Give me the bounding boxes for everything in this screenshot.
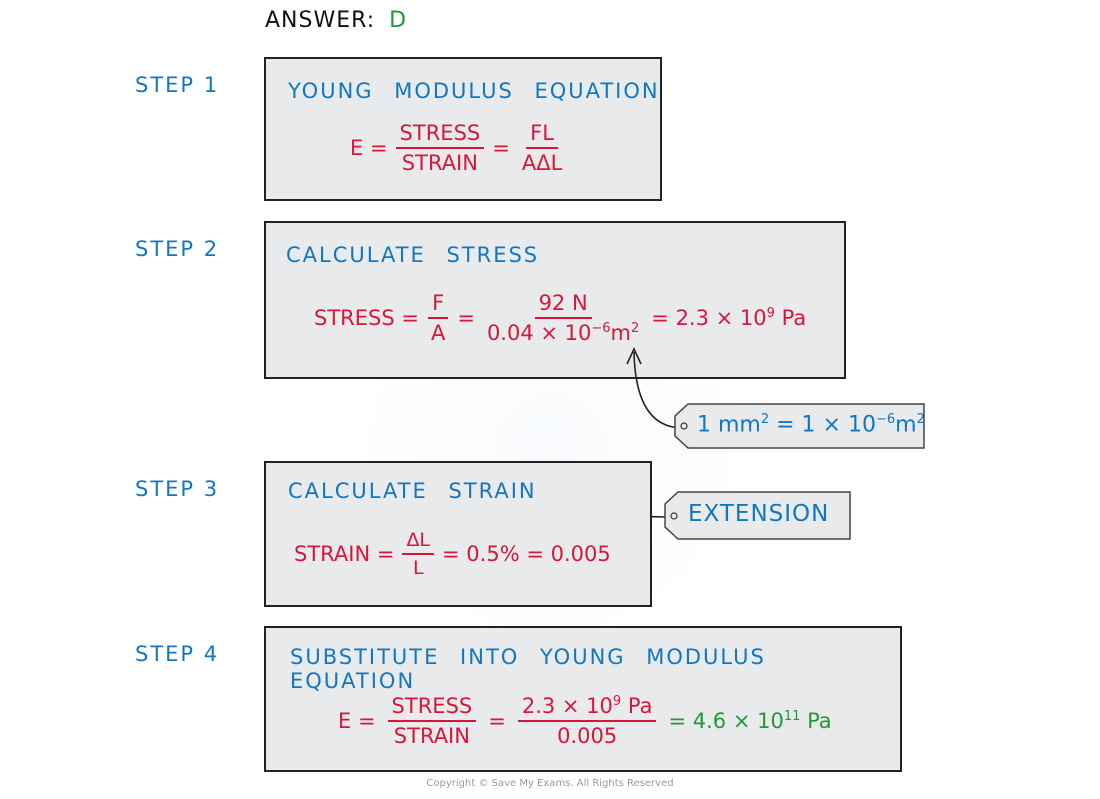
numerator-exponent: 9 bbox=[612, 694, 622, 709]
unit-conversion-note: 1 mm2 = 1 × 10−6m2 bbox=[697, 412, 925, 437]
extension-note: EXTENSION bbox=[688, 501, 830, 527]
step-4-title: SUBSTITUTE INTO YOUNG MODULUS EQUATION bbox=[290, 645, 766, 693]
equals-sign: = bbox=[488, 709, 506, 733]
step-3-box: CALCULATE STRAIN STRAIN = ΔL L = 0.5% = … bbox=[264, 461, 652, 607]
fraction-numerator: 2.3 × 109 Pa bbox=[517, 694, 657, 722]
result-exponent: 11 bbox=[783, 709, 801, 724]
strain-result: = 0.5% = 0.005 bbox=[442, 542, 611, 566]
fraction-numerator: ΔL bbox=[402, 529, 435, 555]
step-3-label: STEP 3 bbox=[135, 477, 220, 501]
note-unit: m bbox=[895, 412, 917, 438]
note-left-exp: 2 bbox=[760, 412, 770, 427]
step-4-label: STEP 4 bbox=[135, 642, 220, 666]
result-unit: Pa bbox=[807, 709, 832, 733]
final-result: = 4.6 × 1011 Pa bbox=[668, 709, 831, 733]
equation-lhs: STRAIN = bbox=[294, 542, 395, 566]
note-unit-exp: 2 bbox=[916, 412, 925, 427]
fraction-numerator: STRESS bbox=[387, 694, 477, 722]
stress-strain-fraction: STRESS STRAIN bbox=[387, 694, 477, 748]
fraction-denominator: STRAIN bbox=[393, 724, 470, 748]
copyright-notice: Copyright © Save My Exams. All Rights Re… bbox=[426, 778, 674, 789]
strain-equation: STRAIN = ΔL L = 0.5% = 0.005 bbox=[294, 529, 611, 579]
numerator-unit: Pa bbox=[627, 694, 653, 718]
result-base: = 4.6 × 10 bbox=[668, 709, 784, 733]
step-4-box: SUBSTITUTE INTO YOUNG MODULUS EQUATION E… bbox=[264, 626, 902, 772]
equation-lhs: E = bbox=[338, 709, 376, 733]
delta-l-over-l-fraction: ΔL L bbox=[402, 529, 435, 579]
step-3-title: CALCULATE STRAIN bbox=[288, 479, 537, 503]
fraction-denominator: 0.005 bbox=[557, 724, 618, 748]
note-mid: = 1 × 10 bbox=[769, 412, 876, 438]
substitution-equation: E = STRESS STRAIN = 2.3 × 109 Pa 0.005 =… bbox=[338, 694, 832, 748]
numerator-base: 2.3 × 10 bbox=[521, 694, 613, 718]
note-left: 1 mm bbox=[697, 412, 761, 438]
note-mid-exp: −6 bbox=[875, 412, 896, 427]
values-fraction: 2.3 × 109 Pa 0.005 bbox=[517, 694, 657, 748]
fraction-denominator: L bbox=[412, 557, 424, 579]
